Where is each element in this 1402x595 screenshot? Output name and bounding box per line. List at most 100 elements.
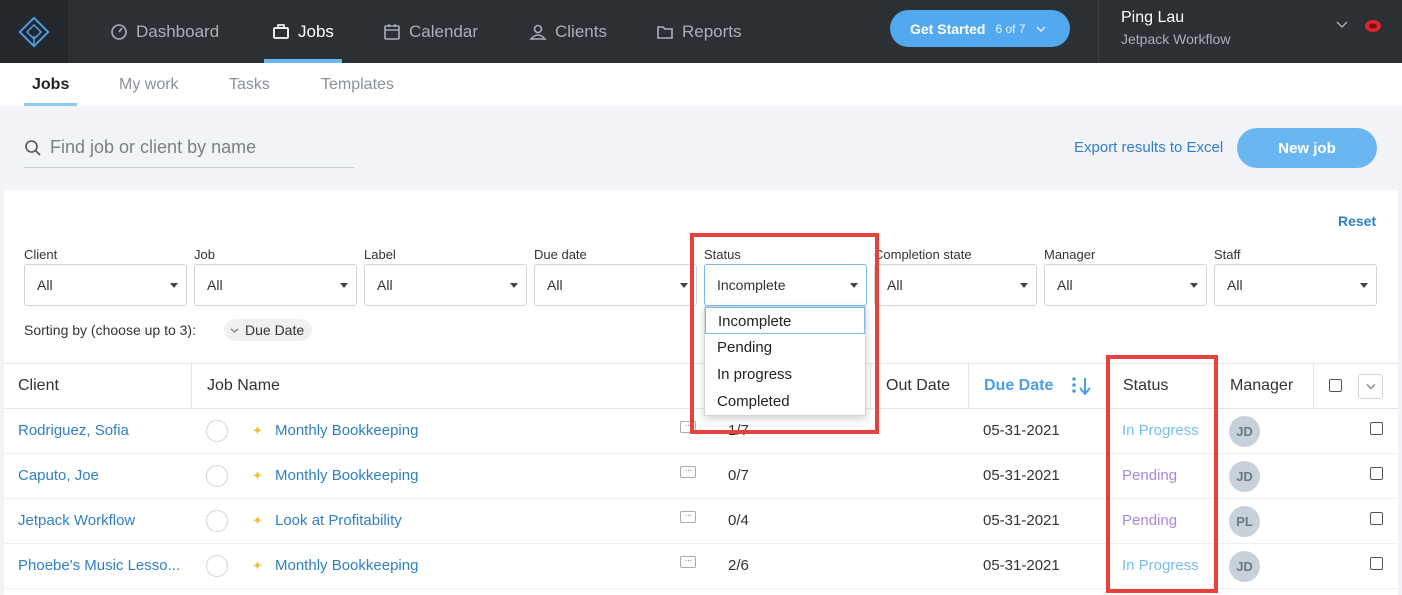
get-started-label: Get Started <box>910 20 986 37</box>
app-logo[interactable] <box>0 0 68 63</box>
row-job-link[interactable]: Monthly Bookkeeping <box>275 544 418 588</box>
sparkle-icon: ✦ <box>252 558 263 573</box>
nav-jobs[interactable]: Jobs <box>264 0 342 63</box>
subtab-templates[interactable]: Templates <box>321 63 394 106</box>
nav-dashboard-label: Dashboard <box>136 21 220 41</box>
nav-divider <box>1098 0 1099 63</box>
caret-down-icon <box>1360 283 1368 288</box>
user-company[interactable]: Jetpack Workflow <box>1121 31 1230 47</box>
header-job-name[interactable]: Job Name <box>207 364 280 408</box>
caret-down-icon <box>680 283 688 288</box>
user-name[interactable]: Ping Lau <box>1121 9 1184 27</box>
nav-clients[interactable]: Clients <box>529 0 607 63</box>
jobs-briefcase-icon <box>273 23 289 39</box>
complete-job-toggle[interactable] <box>206 555 228 577</box>
header-out-date[interactable]: Out Date <box>886 364 950 408</box>
clients-person-icon <box>529 24 547 40</box>
row-due-date: 05-31-2021 <box>983 512 1060 529</box>
header-due-date[interactable]: Due Date <box>984 364 1053 408</box>
sort-chip-label: Due Date <box>245 322 305 338</box>
subtab-jobs[interactable]: Jobs <box>23 63 78 106</box>
row-select-checkbox[interactable] <box>1370 422 1383 435</box>
filter-label-job: Job <box>194 247 215 262</box>
manager-avatar: JD <box>1229 461 1260 492</box>
get-started-button[interactable]: Get Started 6 of 7 <box>890 10 1070 47</box>
select-all-checkbox[interactable] <box>1329 379 1342 392</box>
notes-icon[interactable]: ··· <box>680 556 696 568</box>
header-manager[interactable]: Manager <box>1230 364 1293 408</box>
filter-label-due-date: Due date <box>534 247 587 262</box>
sort-chip-due-date[interactable]: Due Date <box>224 319 313 341</box>
filter-value-client: All <box>37 277 53 293</box>
caret-down-icon <box>510 283 518 288</box>
filter-select-staff[interactable]: All <box>1214 264 1377 306</box>
nav-dashboard[interactable]: Dashboard <box>110 0 219 63</box>
reset-filters-link[interactable]: Reset <box>1338 213 1376 229</box>
row-client-link[interactable]: Jetpack Workflow <box>18 499 135 543</box>
subtab-tasks[interactable]: Tasks <box>229 63 270 106</box>
nav-clients-label: Clients <box>555 21 607 41</box>
manager-avatar: JD <box>1229 416 1260 447</box>
nav-calendar[interactable]: Calendar <box>383 0 478 63</box>
search-input[interactable] <box>50 137 340 158</box>
row-client-link[interactable]: Phoebe's Music Lesso... <box>18 544 180 588</box>
column-separator <box>191 364 192 408</box>
column-separator <box>968 364 969 408</box>
filter-value-manager: All <box>1057 277 1073 293</box>
caret-down-icon <box>1190 283 1198 288</box>
user-menu-chevron-icon[interactable] <box>1336 20 1348 30</box>
sort-descending-icon[interactable] <box>1070 376 1092 396</box>
filter-select-job[interactable]: All <box>194 264 357 306</box>
manager-avatar: JD <box>1229 551 1260 582</box>
row-due-date: 05-31-2021 <box>983 422 1060 439</box>
chevron-down-icon <box>230 328 239 333</box>
logo-diamond-icon <box>18 15 50 48</box>
search-bar <box>24 128 354 168</box>
row-job-link[interactable]: Monthly Bookkeeping <box>275 409 418 453</box>
row-task-progress: 0/4 <box>728 512 749 529</box>
filter-label-completion-state: Completion state <box>874 247 972 262</box>
row-select-checkbox[interactable] <box>1370 467 1383 480</box>
sparkle-icon: ✦ <box>252 513 263 528</box>
row-select-checkbox[interactable] <box>1370 557 1383 570</box>
export-excel-link[interactable]: Export results to Excel <box>1074 139 1223 156</box>
notes-icon[interactable]: ··· <box>680 511 696 523</box>
filter-label-client: Client <box>24 247 58 262</box>
filter-value-due-date: All <box>547 277 563 293</box>
filter-select-label[interactable]: All <box>364 264 527 306</box>
search-icon <box>25 139 41 156</box>
bulk-actions-dropdown[interactable] <box>1358 374 1383 399</box>
calendar-icon <box>384 23 400 40</box>
nav-calendar-label: Calendar <box>409 21 478 41</box>
new-job-button[interactable]: New job <box>1237 128 1377 168</box>
filter-select-completion-state[interactable]: All <box>874 264 1037 306</box>
complete-job-toggle[interactable] <box>206 510 228 532</box>
sub-tabs: Jobs My work Tasks Templates <box>0 63 1402 106</box>
filter-select-manager[interactable]: All <box>1044 264 1207 306</box>
row-select-checkbox[interactable] <box>1370 512 1383 525</box>
row-task-progress: 2/6 <box>728 557 749 574</box>
row-client-link[interactable]: Rodriguez, Sofia <box>18 409 129 453</box>
caret-down-icon <box>170 283 178 288</box>
filter-select-client[interactable]: All <box>24 264 187 306</box>
filter-value-label: All <box>377 277 393 293</box>
sparkle-icon: ✦ <box>252 423 263 438</box>
get-started-progress: 6 of 7 <box>995 21 1026 36</box>
nav-reports-label: Reports <box>682 21 742 41</box>
nav-reports[interactable]: Reports <box>656 0 742 63</box>
complete-job-toggle[interactable] <box>206 465 228 487</box>
header-client[interactable]: Client <box>18 364 59 408</box>
status-column-highlight-box <box>1106 355 1218 593</box>
top-nav-bar: Dashboard Jobs Calendar Clients Reports … <box>0 0 1402 63</box>
complete-job-toggle[interactable] <box>206 420 228 442</box>
notes-icon[interactable]: ··· <box>680 466 696 478</box>
row-job-link[interactable]: Look at Profitability <box>275 499 402 543</box>
subtab-my-work[interactable]: My work <box>119 63 179 106</box>
caret-down-icon <box>340 283 348 288</box>
filter-select-due-date[interactable]: All <box>534 264 697 306</box>
row-due-date: 05-31-2021 <box>983 557 1060 574</box>
notification-alert-icon[interactable] <box>1364 18 1382 34</box>
row-due-date: 05-31-2021 <box>983 467 1060 484</box>
row-job-link[interactable]: Monthly Bookkeeping <box>275 454 418 498</box>
row-client-link[interactable]: Caputo, Joe <box>18 454 99 498</box>
